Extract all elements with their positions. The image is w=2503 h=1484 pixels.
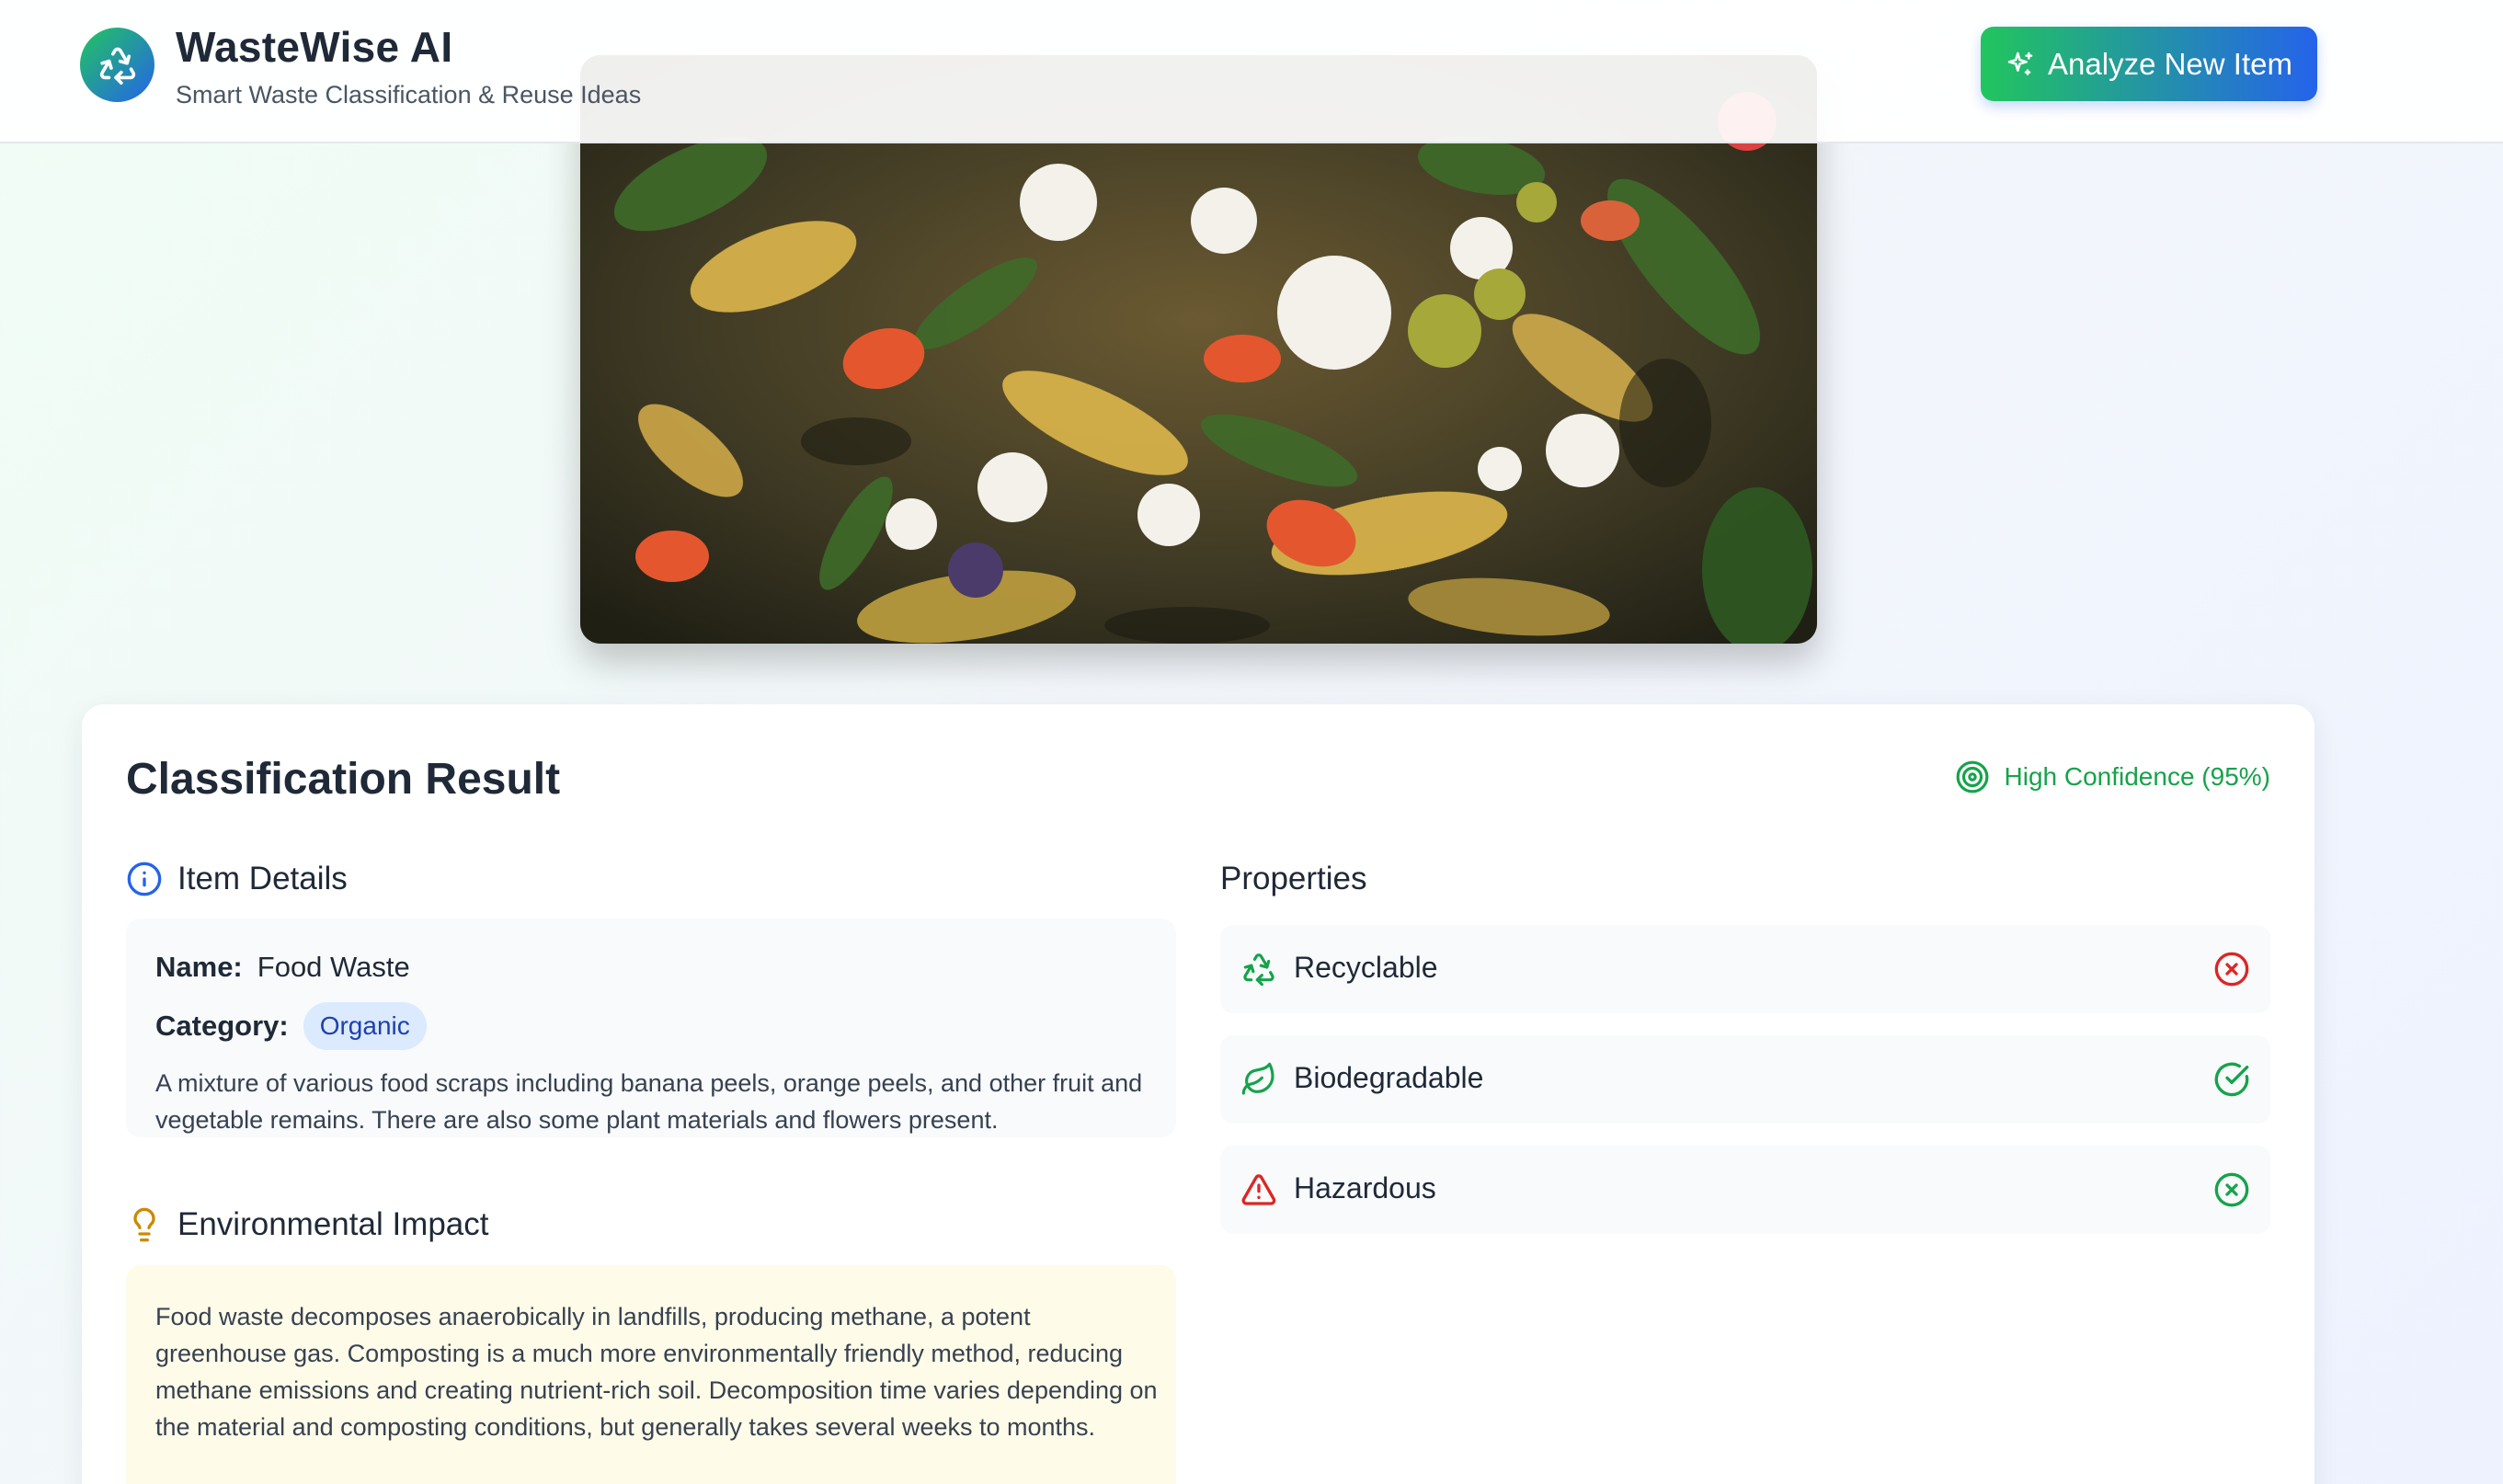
property-recyclable: Recyclable — [1220, 925, 2270, 1013]
recycle-icon — [99, 47, 135, 85]
warning-triangle-icon — [1241, 1174, 1276, 1205]
x-circle-icon — [2214, 952, 2249, 987]
check-circle-icon — [2214, 1062, 2249, 1097]
properties-heading: Properties — [1220, 861, 1367, 897]
lightbulb-icon — [133, 1207, 155, 1242]
logo-badge — [80, 28, 154, 102]
item-details-heading: Item Details — [126, 861, 348, 897]
sparkles-icon — [2007, 51, 2033, 75]
result-title: Classification Result — [126, 755, 561, 804]
name-field: Name: Food Waste — [155, 951, 410, 984]
item-details-heading-label: Item Details — [177, 861, 348, 896]
recycle-icon — [1243, 953, 1274, 987]
confidence-badge: High Confidence (95%) — [1955, 759, 2271, 794]
property-biodegradable: Biodegradable — [1220, 1035, 2270, 1124]
category-label: Category: — [155, 1010, 289, 1042]
property-label: Recyclable — [1294, 951, 1438, 984]
environmental-impact-box: Food waste decomposes anaerobically in l… — [126, 1265, 1176, 1484]
app-subtitle: Smart Waste Classification & Reuse Ideas — [176, 81, 642, 108]
name-label: Name: — [155, 951, 243, 983]
app-header: WasteWise AI Smart Waste Classification … — [0, 0, 2503, 143]
property-hazardous: Hazardous — [1220, 1146, 2270, 1234]
confidence-label: High Confidence (95%) — [2004, 762, 2271, 791]
property-label: Biodegradable — [1294, 1061, 1484, 1094]
info-icon — [127, 862, 162, 896]
uploaded-waste-image — [580, 55, 1817, 644]
name-value: Food Waste — [257, 951, 410, 983]
target-icon — [1956, 760, 1988, 793]
classification-result-card: Classification Result High Confidence (9… — [82, 704, 2314, 1484]
analyze-new-item-button[interactable]: Analyze New Item — [1981, 27, 2317, 101]
environmental-impact-text: Food waste decomposes anaerobically in l… — [155, 1303, 1158, 1441]
app-title: WasteWise AI — [176, 23, 453, 71]
x-circle-icon — [2214, 1172, 2249, 1207]
environmental-impact-heading-label: Environmental Impact — [177, 1206, 489, 1242]
environmental-impact-heading: Environmental Impact — [126, 1206, 488, 1243]
property-label: Hazardous — [1294, 1171, 1436, 1204]
category-badge: Organic — [303, 1002, 427, 1050]
leaf-icon — [1241, 1062, 1274, 1095]
properties-heading-label: Properties — [1220, 861, 1367, 896]
analyze-button-label: Analyze New Item — [2048, 46, 2292, 81]
category-field: Category: Organic — [155, 1002, 427, 1050]
food-waste-photo — [580, 55, 1817, 644]
item-description: A mixture of various food scraps includi… — [155, 1069, 1143, 1134]
